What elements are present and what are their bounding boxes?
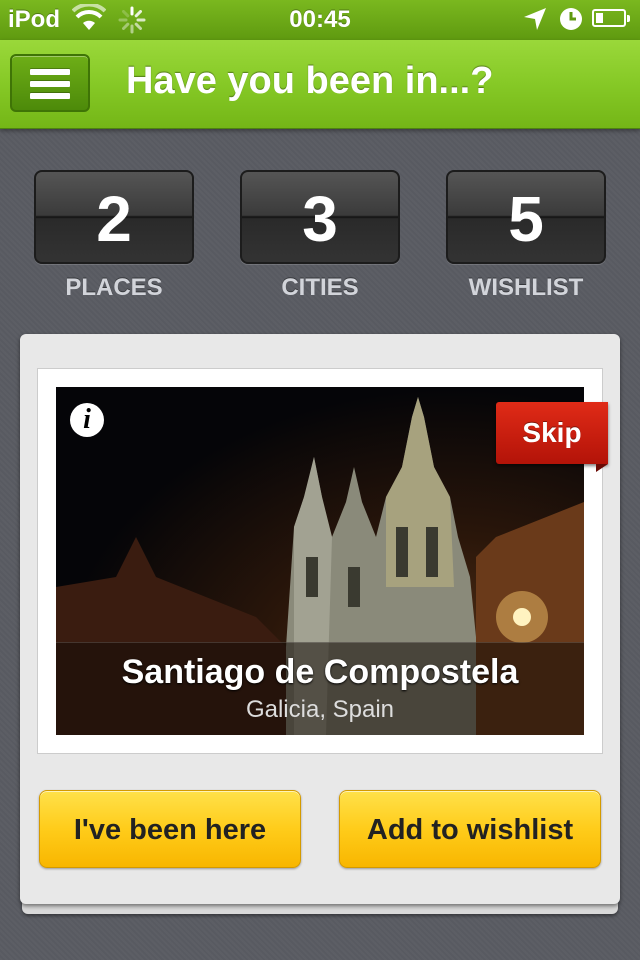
place-card: i Santiago de Compostela Galicia, Spain … bbox=[20, 334, 620, 904]
wishlist-counter[interactable]: 5 WISHLIST bbox=[446, 170, 606, 302]
places-count: 2 bbox=[96, 183, 132, 255]
battery-icon bbox=[592, 9, 630, 27]
counter-display: 3 bbox=[240, 170, 400, 264]
info-icon[interactable]: i bbox=[70, 403, 104, 437]
menu-button[interactable] bbox=[10, 54, 90, 112]
add-to-wishlist-button[interactable]: Add to wishlist bbox=[339, 790, 601, 868]
places-counter[interactable]: 2 PLACES bbox=[34, 170, 194, 302]
alarm-clock-icon bbox=[558, 6, 584, 39]
location-arrow-icon bbox=[522, 6, 548, 39]
skip-button[interactable]: Skip bbox=[496, 402, 608, 464]
cities-counter[interactable]: 3 CITIES bbox=[240, 170, 400, 302]
wishlist-label: WISHLIST bbox=[468, 274, 584, 301]
region-name: Galicia, Spain bbox=[245, 696, 395, 723]
cities-count: 3 bbox=[302, 183, 338, 255]
status-bar: iPod 00:45 bbox=[0, 0, 640, 40]
wishlist-count: 5 bbox=[508, 183, 544, 255]
counter-display: 2 bbox=[34, 170, 194, 264]
counter-display: 5 bbox=[446, 170, 606, 264]
battery-fill bbox=[596, 13, 603, 23]
page-title: Have you been in...? bbox=[126, 60, 494, 102]
photo-caption: Santiago de Compostela Galicia, Spain bbox=[56, 642, 584, 735]
city-name: Santiago de Compostela bbox=[121, 653, 519, 691]
been-here-button[interactable]: I've been here bbox=[39, 790, 301, 868]
places-label: PLACES bbox=[65, 274, 163, 301]
navigation-bar: Have you been in...? bbox=[0, 40, 640, 129]
skip-ribbon-fold bbox=[596, 464, 608, 472]
cities-label: CITIES bbox=[281, 274, 359, 301]
